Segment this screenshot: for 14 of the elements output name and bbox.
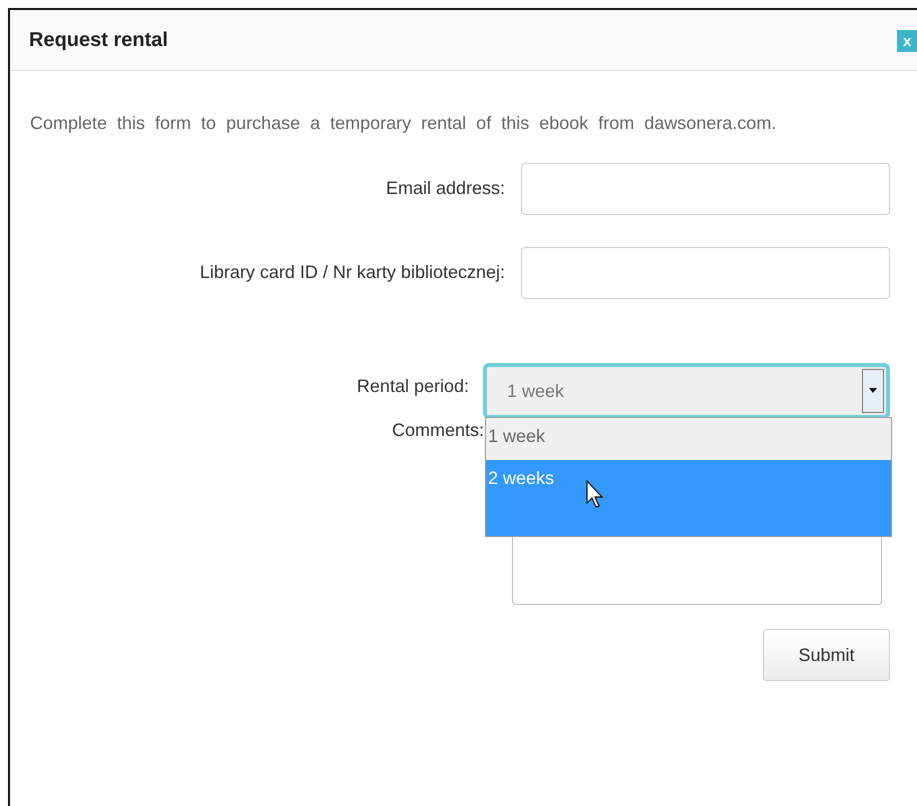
intro-text: Complete this form to purchase a temporary rental of this ebook from dawsonera.com. (29, 112, 778, 135)
field-label: Email address: (384, 177, 505, 200)
submit-button[interactable]: Submit (763, 629, 890, 681)
caret-icon (862, 369, 884, 413)
field-label: Comments: (390, 419, 484, 442)
dropdown-option[interactable]: 2 weeks (486, 460, 891, 536)
cursor-icon (586, 480, 606, 508)
select-field[interactable]: 1 week (483, 363, 890, 419)
dialog-title: Request rental (29, 28, 168, 52)
input-field[interactable] (521, 163, 890, 215)
field-label: Library card ID / Nr karty bibliotecznej: (198, 261, 505, 284)
field-label: Rental period: (356, 375, 469, 398)
close-button[interactable]: x (897, 30, 917, 52)
input-field[interactable] (521, 247, 890, 299)
